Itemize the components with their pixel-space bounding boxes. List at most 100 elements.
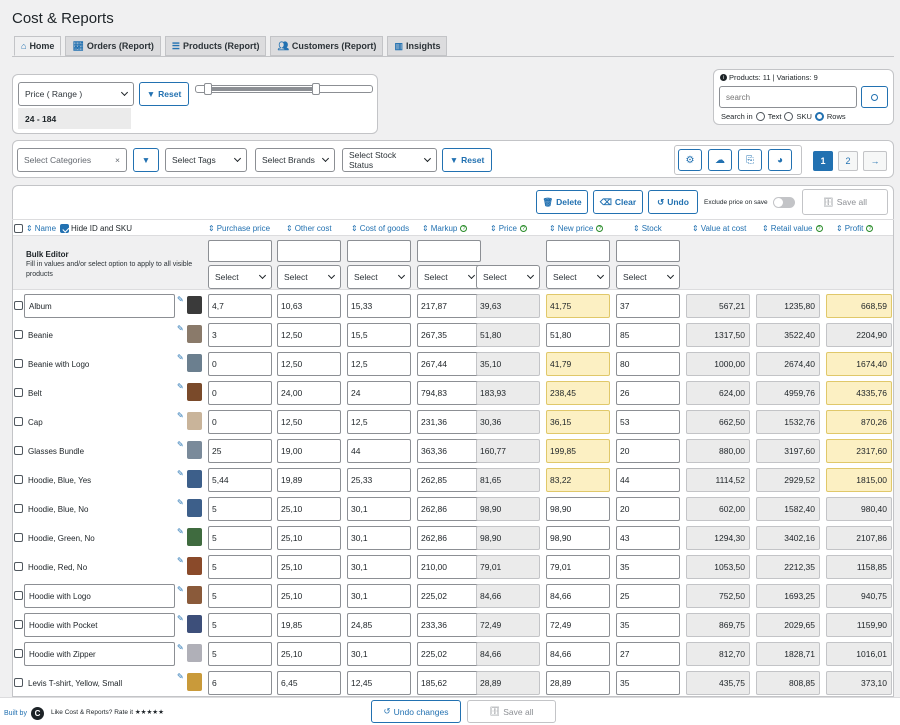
price-reset-button[interactable]: ▼ Reset bbox=[139, 82, 189, 106]
row-checkbox[interactable] bbox=[14, 417, 23, 426]
stock-cell[interactable]: 85 bbox=[616, 323, 680, 347]
help-icon[interactable]: ? bbox=[866, 225, 874, 232]
markup-cell[interactable]: 231,36 bbox=[417, 410, 481, 434]
stock-cell[interactable]: 37 bbox=[616, 294, 680, 318]
next-page-button[interactable]: → bbox=[863, 151, 887, 171]
cog-cell[interactable]: 24 bbox=[347, 381, 411, 405]
purchase-cell[interactable]: 6 bbox=[208, 671, 272, 695]
markup-cell[interactable]: 794,83 bbox=[417, 381, 481, 405]
other-cell[interactable]: 6,45 bbox=[277, 671, 341, 695]
bulk-input[interactable] bbox=[277, 240, 341, 262]
col-profit[interactable]: ⇕ Profit? bbox=[836, 224, 874, 233]
markup-cell[interactable]: 267,44 bbox=[417, 352, 481, 376]
purchase-cell[interactable]: 5,44 bbox=[208, 468, 272, 492]
cog-cell[interactable]: 25,33 bbox=[347, 468, 411, 492]
edit-icon[interactable]: ✎ bbox=[177, 382, 184, 391]
footer-save-all-button[interactable]: 🗄︎ Save all bbox=[467, 700, 556, 723]
new-price-cell[interactable]: 36,15 bbox=[546, 410, 610, 434]
cog-cell[interactable]: 30,1 bbox=[347, 555, 411, 579]
stock-cell[interactable]: 26 bbox=[616, 381, 680, 405]
col-retail-value[interactable]: ⇕ Retail value? bbox=[762, 224, 823, 233]
clear-button[interactable]: ⌫ Clear bbox=[593, 190, 643, 214]
row-checkbox[interactable] bbox=[14, 388, 23, 397]
help-icon[interactable]: ? bbox=[519, 225, 527, 232]
cog-cell[interactable]: 24,85 bbox=[347, 613, 411, 637]
edit-icon[interactable]: ✎ bbox=[177, 469, 184, 478]
bulk-select[interactable]: Select bbox=[208, 265, 272, 289]
tags-select[interactable]: Select Tags bbox=[165, 148, 247, 172]
edit-icon[interactable]: ✎ bbox=[177, 556, 184, 565]
tab-home[interactable]: ⌂ Home bbox=[14, 36, 62, 56]
edit-icon[interactable]: ✎ bbox=[177, 643, 184, 652]
other-cell[interactable]: 12,50 bbox=[277, 410, 341, 434]
cog-cell[interactable]: 44 bbox=[347, 439, 411, 463]
cog-cell[interactable]: 30,1 bbox=[347, 642, 411, 666]
row-checkbox[interactable] bbox=[14, 359, 23, 368]
new-price-cell[interactable]: 98,90 bbox=[546, 526, 610, 550]
purchase-cell[interactable]: 5 bbox=[208, 526, 272, 550]
bulk-select[interactable]: Select bbox=[277, 265, 341, 289]
markup-cell[interactable]: 185,62 bbox=[417, 671, 481, 695]
hide-id-sku-checkbox[interactable] bbox=[60, 224, 70, 233]
cog-cell[interactable]: 30,1 bbox=[347, 526, 411, 550]
delete-button[interactable]: 🗑︎ Delete bbox=[536, 190, 588, 214]
bulk-input[interactable] bbox=[546, 240, 610, 262]
search-button[interactable] bbox=[861, 86, 888, 108]
other-cell[interactable]: 25,10 bbox=[277, 584, 341, 608]
new-price-cell[interactable]: 84,66 bbox=[546, 642, 610, 666]
other-cell[interactable]: 12,50 bbox=[277, 323, 341, 347]
new-price-cell[interactable]: 238,45 bbox=[546, 381, 610, 405]
slider-handle-min[interactable] bbox=[204, 83, 212, 95]
edit-icon[interactable]: ✎ bbox=[177, 353, 184, 362]
edit-icon[interactable]: ✎ bbox=[177, 295, 184, 304]
other-cell[interactable]: 12,50 bbox=[277, 352, 341, 376]
bulk-input[interactable] bbox=[616, 240, 680, 262]
close-icon[interactable]: × bbox=[115, 155, 120, 165]
markup-cell[interactable]: 210,00 bbox=[417, 555, 481, 579]
price-range-select[interactable]: Price ( Range ) bbox=[18, 82, 134, 106]
categories-filter-button[interactable]: ▼ bbox=[133, 148, 159, 172]
bulk-select[interactable]: Select bbox=[546, 265, 610, 289]
cog-cell[interactable]: 12,45 bbox=[347, 671, 411, 695]
stock-cell[interactable]: 44 bbox=[616, 468, 680, 492]
radio-rows[interactable] bbox=[814, 112, 824, 121]
new-price-cell[interactable]: 79,01 bbox=[546, 555, 610, 579]
row-checkbox[interactable] bbox=[14, 678, 23, 687]
other-cell[interactable]: 25,10 bbox=[277, 497, 341, 521]
col-stock[interactable]: ⇕ Stock bbox=[633, 224, 662, 233]
purchase-cell[interactable]: 0 bbox=[208, 410, 272, 434]
row-checkbox[interactable] bbox=[14, 620, 23, 629]
purchase-cell[interactable]: 0 bbox=[208, 352, 272, 376]
purchase-cell[interactable]: 25 bbox=[208, 439, 272, 463]
cog-cell[interactable]: 12,5 bbox=[347, 352, 411, 376]
help-icon[interactable]: ? bbox=[815, 225, 823, 232]
stock-cell[interactable]: 27 bbox=[616, 642, 680, 666]
row-checkbox[interactable] bbox=[14, 504, 23, 513]
markup-cell[interactable]: 233,36 bbox=[417, 613, 481, 637]
cog-cell[interactable]: 15,5 bbox=[347, 323, 411, 347]
row-checkbox[interactable] bbox=[14, 475, 23, 484]
col-purchase-price[interactable]: ⇕ Purchase price bbox=[208, 224, 270, 233]
undo-changes-button[interactable]: ↺ Undo changes bbox=[371, 700, 461, 723]
tab-customers-report[interactable]: 👥︎ Customers (Report) bbox=[270, 36, 384, 56]
tab-products-report[interactable]: ☰ Products (Report) bbox=[164, 36, 267, 56]
search-input[interactable] bbox=[719, 86, 857, 108]
bulk-select[interactable]: Select bbox=[417, 265, 481, 289]
stock-cell[interactable]: 25 bbox=[616, 584, 680, 608]
exclude-price-toggle[interactable] bbox=[773, 197, 795, 208]
new-price-cell[interactable]: 84,66 bbox=[546, 584, 610, 608]
price-range-slider[interactable] bbox=[195, 83, 373, 95]
filters-reset-button[interactable]: ▼ Reset bbox=[442, 148, 492, 172]
tab-orders-report[interactable]: 📈︎ Orders (Report) bbox=[65, 36, 161, 56]
col-new-price[interactable]: ⇕ New price? bbox=[549, 224, 604, 233]
categories-select[interactable]: Select Categories × bbox=[17, 148, 127, 172]
stock-cell[interactable]: 80 bbox=[616, 352, 680, 376]
row-checkbox[interactable] bbox=[14, 591, 23, 600]
new-price-cell[interactable]: 199,85 bbox=[546, 439, 610, 463]
edit-icon[interactable]: ✎ bbox=[177, 498, 184, 507]
purchase-cell[interactable]: 5 bbox=[208, 584, 272, 608]
stock-cell[interactable]: 35 bbox=[616, 671, 680, 695]
new-price-cell[interactable]: 83,22 bbox=[546, 468, 610, 492]
cog-cell[interactable]: 15,33 bbox=[347, 294, 411, 318]
tab-insights[interactable]: ▥ Insights bbox=[387, 36, 448, 56]
